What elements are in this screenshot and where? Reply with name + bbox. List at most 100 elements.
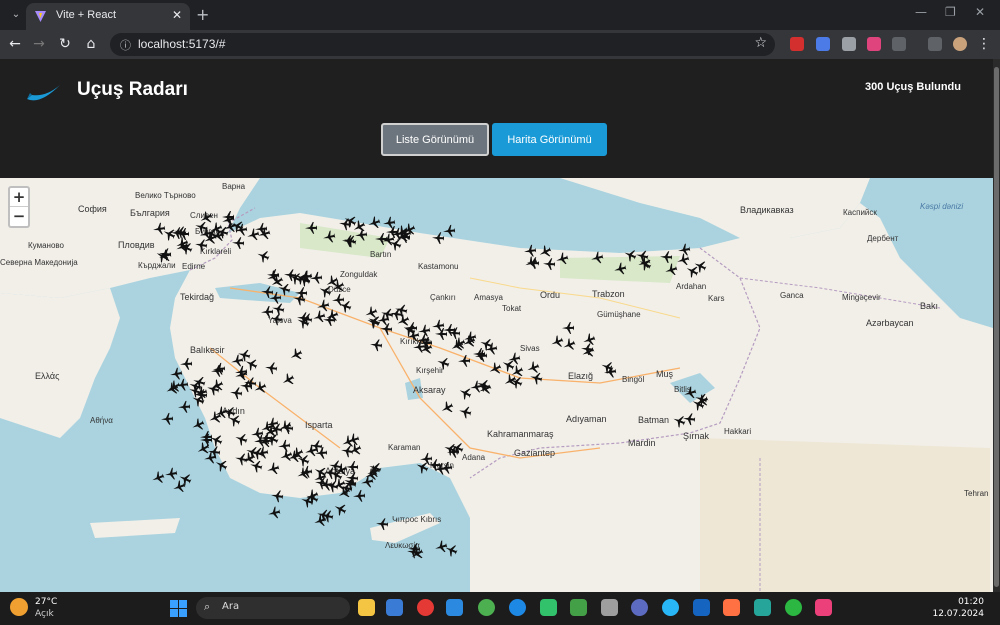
plane-marker-icon[interactable] bbox=[315, 446, 328, 460]
address-bar[interactable]: ⓘ localhost:5173/# ☆ bbox=[110, 33, 775, 56]
plane-marker-icon[interactable] bbox=[469, 380, 483, 394]
list-view-button[interactable]: Liste Görünümü bbox=[381, 123, 489, 156]
plane-marker-icon[interactable] bbox=[433, 462, 447, 475]
adblock-extension-icon[interactable] bbox=[790, 37, 804, 51]
plane-marker-icon[interactable] bbox=[473, 348, 485, 360]
taskbar-search[interactable]: ⌕ Ara bbox=[196, 597, 350, 619]
store-icon[interactable] bbox=[386, 599, 403, 616]
plane-marker-icon[interactable] bbox=[269, 312, 283, 326]
app-icon[interactable] bbox=[570, 599, 587, 616]
plane-marker-icon[interactable] bbox=[305, 221, 318, 234]
plane-marker-icon[interactable] bbox=[338, 217, 352, 231]
plane-marker-icon[interactable] bbox=[309, 271, 323, 284]
edge-icon[interactable] bbox=[509, 599, 526, 616]
plane-marker-icon[interactable] bbox=[255, 222, 268, 236]
whatsapp-icon[interactable] bbox=[785, 599, 802, 616]
weather-temp[interactable]: 27°C bbox=[35, 597, 57, 607]
map-view-button[interactable]: Harita Görünümü bbox=[492, 123, 607, 156]
plane-marker-icon[interactable] bbox=[417, 324, 431, 338]
plane-marker-icon[interactable] bbox=[161, 412, 174, 426]
outlook-icon[interactable] bbox=[693, 599, 710, 616]
plane-marker-icon[interactable] bbox=[323, 314, 336, 327]
extension-icon[interactable] bbox=[867, 37, 881, 51]
figma-icon[interactable] bbox=[723, 599, 740, 616]
close-window-icon[interactable]: ✕ bbox=[975, 5, 985, 19]
site-info-icon[interactable]: ⓘ bbox=[120, 37, 131, 53]
reload-icon[interactable]: ↻ bbox=[56, 35, 74, 53]
plane-marker-icon[interactable] bbox=[380, 323, 393, 336]
plane-marker-icon[interactable] bbox=[283, 268, 297, 282]
plane-marker-icon[interactable] bbox=[660, 251, 673, 264]
plane-marker-icon[interactable] bbox=[677, 243, 691, 257]
flight-map[interactable]: Варна Велико Търново България София Слив… bbox=[0, 178, 993, 592]
telegram-icon[interactable] bbox=[662, 599, 679, 616]
plane-marker-icon[interactable] bbox=[562, 321, 575, 334]
extensions-puzzle-icon[interactable] bbox=[892, 37, 906, 51]
plane-marker-icon[interactable] bbox=[255, 446, 269, 460]
page-scrollbar[interactable] bbox=[993, 59, 1000, 592]
restore-icon[interactable]: ❐ bbox=[945, 5, 956, 19]
zoom-out-button[interactable]: − bbox=[10, 207, 28, 226]
plane-marker-icon[interactable] bbox=[682, 412, 696, 426]
scrollbar-thumb[interactable] bbox=[994, 67, 999, 587]
weather-sun-icon[interactable] bbox=[10, 598, 28, 616]
browser-menu-icon[interactable]: ⋮ bbox=[975, 35, 993, 53]
clock-time[interactable]: 01:20 bbox=[958, 597, 984, 607]
plane-marker-icon[interactable] bbox=[375, 517, 389, 531]
browser-tab[interactable]: Vite + React ✕ bbox=[26, 3, 190, 30]
zoom-in-button[interactable]: + bbox=[10, 188, 28, 207]
reading-list-icon[interactable] bbox=[928, 37, 942, 51]
plane-marker-icon[interactable] bbox=[173, 225, 187, 239]
plane-marker-icon[interactable] bbox=[342, 235, 355, 248]
plane-marker-icon[interactable] bbox=[178, 400, 191, 414]
chrome-icon[interactable] bbox=[478, 599, 495, 616]
plane-marker-icon[interactable] bbox=[180, 357, 193, 371]
plane-marker-icon[interactable] bbox=[580, 342, 594, 356]
clock-date[interactable]: 12.07.2024 bbox=[932, 609, 984, 619]
plane-marker-icon[interactable] bbox=[212, 362, 226, 375]
opera-icon[interactable] bbox=[417, 599, 434, 616]
tab-close-icon[interactable]: ✕ bbox=[172, 8, 182, 22]
plane-marker-icon[interactable] bbox=[353, 489, 366, 503]
app-icon[interactable] bbox=[815, 599, 832, 616]
plane-marker-icon[interactable] bbox=[322, 230, 336, 244]
plane-marker-icon[interactable] bbox=[484, 342, 498, 356]
plane-marker-icon[interactable] bbox=[292, 292, 306, 306]
plane-marker-icon[interactable] bbox=[442, 224, 456, 237]
pen-extension-icon[interactable] bbox=[842, 37, 856, 51]
weather-desc[interactable]: Açık bbox=[35, 609, 54, 619]
back-icon[interactable]: ← bbox=[6, 35, 24, 53]
address-url[interactable]: localhost:5173/# bbox=[138, 37, 225, 51]
arduino-icon[interactable] bbox=[754, 599, 771, 616]
windows-start-icon[interactable] bbox=[170, 600, 187, 617]
new-tab-button[interactable]: + bbox=[196, 5, 209, 24]
plane-marker-icon[interactable] bbox=[369, 338, 383, 352]
tab-search-button[interactable]: ⌄ bbox=[6, 6, 26, 24]
plane-marker-icon[interactable] bbox=[270, 489, 284, 503]
plane-marker-icon[interactable] bbox=[406, 545, 420, 559]
plane-marker-icon[interactable] bbox=[232, 237, 245, 250]
plane-marker-icon[interactable] bbox=[447, 445, 460, 459]
home-icon[interactable]: ⌂ bbox=[82, 35, 100, 53]
plane-marker-icon[interactable] bbox=[419, 452, 433, 465]
database-icon[interactable] bbox=[601, 599, 618, 616]
translate-extension-icon[interactable] bbox=[816, 37, 830, 51]
plane-marker-icon[interactable] bbox=[268, 291, 282, 304]
plane-marker-icon[interactable] bbox=[319, 478, 333, 492]
profile-avatar[interactable] bbox=[953, 37, 967, 51]
plane-marker-icon[interactable] bbox=[152, 222, 166, 236]
plane-marker-icon[interactable] bbox=[435, 328, 448, 341]
plane-marker-icon[interactable] bbox=[164, 467, 178, 481]
plane-marker-icon[interactable] bbox=[543, 258, 556, 271]
plane-marker-icon[interactable] bbox=[175, 378, 189, 391]
vscode-icon[interactable] bbox=[446, 599, 463, 616]
plane-marker-icon[interactable] bbox=[229, 386, 243, 400]
forward-icon[interactable]: → bbox=[30, 35, 48, 53]
plane-marker-icon[interactable] bbox=[230, 354, 244, 368]
plane-marker-icon[interactable] bbox=[458, 354, 471, 368]
minimize-icon[interactable]: — bbox=[915, 5, 927, 19]
file-explorer-icon[interactable] bbox=[358, 599, 375, 616]
pycharm-icon[interactable] bbox=[540, 599, 557, 616]
bookmark-star-icon[interactable]: ☆ bbox=[754, 35, 767, 51]
canva-icon[interactable] bbox=[631, 599, 648, 616]
